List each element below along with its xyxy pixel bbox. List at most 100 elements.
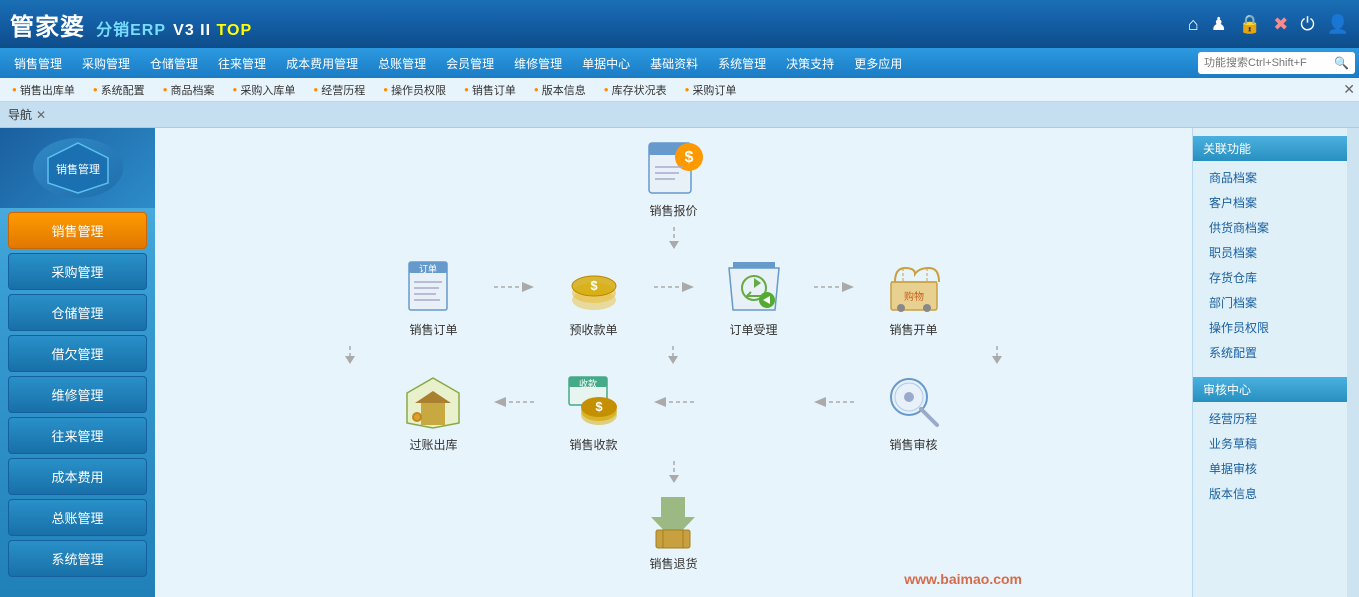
sales-return-icon [639, 491, 709, 551]
guide-icon: ✕ [36, 108, 46, 122]
flow-diagram: $ 销售报价 [155, 128, 1192, 597]
arrow-left-1 [494, 394, 534, 410]
right-scrollbar[interactable] [1347, 128, 1359, 597]
link-version[interactable]: 版本信息 [1193, 481, 1347, 506]
search-box[interactable]: 🔍 [1198, 52, 1355, 74]
sidebar-item-ledger[interactable]: 总账管理 [8, 499, 147, 536]
nav-more[interactable]: 更多应用 [844, 51, 912, 76]
tabs-close-button[interactable]: ✕ [1343, 81, 1355, 98]
left-sidebar: 销售管理 销售管理 采购管理 仓储管理 借欠管理 维修管理 往来管理 成本费用 … [0, 128, 155, 597]
flow-item-sales-audit[interactable]: 销售审核 [864, 372, 964, 453]
audit-center-title: 审核中心 [1193, 377, 1347, 402]
link-draft[interactable]: 业务草稿 [1193, 431, 1347, 456]
flow-item-prepayment[interactable]: $ 预收款单 [544, 257, 644, 338]
tab-system-config[interactable]: ●系统配置 [85, 80, 153, 100]
related-functions-title: 关联功能 [1193, 136, 1347, 161]
power-icon[interactable]: ⏻ [1300, 14, 1314, 35]
close-icon[interactable]: ✖ [1273, 14, 1288, 35]
flow-row-1: $ 销售报价 [624, 138, 724, 219]
right-panel: 关联功能 商品档案 客户档案 供货商档案 职员档案 存货仓库 部门档案 操作员权… [1192, 128, 1347, 597]
tab-sales-out[interactable]: ●销售出库单 [4, 80, 83, 100]
flow-item-sales-payment[interactable]: 收款 $ 销售收款 [544, 372, 644, 453]
nav-basic[interactable]: 基础资料 [640, 51, 708, 76]
nav-purchase[interactable]: 采购管理 [72, 51, 140, 76]
tab-purchase-order[interactable]: ●采购订单 [677, 80, 745, 100]
arrow-down-1 [659, 227, 689, 249]
nav-warehouse[interactable]: 仓储管理 [140, 51, 208, 76]
flow-item-sales-order[interactable]: 订单 销售订单 [384, 257, 484, 338]
nav-system[interactable]: 系统管理 [708, 51, 776, 76]
arrow-left-3 [814, 394, 854, 410]
nav-ledger[interactable]: 总账管理 [368, 51, 436, 76]
tabs-bar: ●销售出库单 ●系统配置 ●商品档案 ●采购入库单 ●经营历程 ●操作员权限 ●… [0, 78, 1359, 102]
tab-purchase-in[interactable]: ●采购入库单 [225, 80, 304, 100]
users-icon[interactable]: ♟ [1211, 14, 1227, 35]
sidebar-item-purchase[interactable]: 采购管理 [8, 253, 147, 290]
between-row-arrows [325, 346, 1023, 364]
flow-item-sales-quote[interactable]: $ 销售报价 [624, 138, 724, 219]
sidebar-logo: 销售管理 [0, 128, 155, 208]
link-business-history[interactable]: 经营历程 [1193, 406, 1347, 431]
order-process-label: 订单受理 [729, 321, 777, 338]
svg-text:收款: 收款 [579, 378, 597, 389]
lock-icon[interactable]: 🔒 [1239, 14, 1261, 35]
sidebar-item-warehouse[interactable]: 仓储管理 [8, 294, 147, 331]
prepayment-label: 预收款单 [569, 321, 617, 338]
sales-order-label: 销售订单 [409, 321, 457, 338]
home-icon[interactable]: ⌂ [1188, 14, 1199, 35]
tab-inventory[interactable]: ●库存状况表 [596, 80, 675, 100]
nav-member[interactable]: 会员管理 [436, 51, 504, 76]
tab-sales-order[interactable]: ●销售订单 [456, 80, 524, 100]
tab-version[interactable]: ●版本信息 [526, 80, 594, 100]
link-voucher-audit[interactable]: 单据审核 [1193, 456, 1347, 481]
flow-item-transfer-out[interactable]: 过账出库 [384, 372, 484, 453]
tab-product[interactable]: ●商品档案 [155, 80, 223, 100]
sidebar-item-cost[interactable]: 成本费用 [8, 458, 147, 495]
sidebar-item-sales[interactable]: 销售管理 [8, 212, 147, 249]
sales-open-icon: 购物 [879, 257, 949, 317]
link-warehouse[interactable]: 存货仓库 [1193, 265, 1347, 290]
sidebar-item-transactions[interactable]: 往来管理 [8, 417, 147, 454]
nav-cost[interactable]: 成本费用管理 [276, 51, 368, 76]
flow-item-order-process[interactable]: 订单受理 [704, 257, 804, 338]
arrow-down-3 [659, 461, 689, 483]
sales-audit-icon [879, 372, 949, 432]
sidebar-item-repair[interactable]: 维修管理 [8, 376, 147, 413]
link-operator[interactable]: 操作员权限 [1193, 315, 1347, 340]
search-icon[interactable]: 🔍 [1334, 56, 1349, 70]
nav-transactions[interactable]: 往来管理 [208, 51, 276, 76]
flow-item-sales-open[interactable]: 购物 销售开单 [864, 257, 964, 338]
flow-item-sales-return[interactable]: 销售退货 [624, 491, 724, 572]
link-department[interactable]: 部门档案 [1193, 290, 1347, 315]
link-system-config[interactable]: 系统配置 [1193, 340, 1347, 365]
nav-repair[interactable]: 维修管理 [504, 51, 572, 76]
link-customer[interactable]: 客户档案 [1193, 190, 1347, 215]
arrow-right-2 [654, 279, 694, 295]
header-icons: ⌂ ♟ 🔒 ✖ ⏻ 👤 [1188, 14, 1349, 35]
nav-voucher[interactable]: 单据中心 [572, 51, 640, 76]
nav-decision[interactable]: 决策支持 [776, 51, 844, 76]
link-product[interactable]: 商品档案 [1193, 165, 1347, 190]
navbar: 销售管理 采购管理 仓储管理 往来管理 成本费用管理 总账管理 会员管理 维修管… [0, 48, 1359, 78]
guide-label: 导航 [8, 106, 32, 123]
sales-order-icon: 订单 [399, 257, 469, 317]
sales-audit-label: 销售审核 [889, 436, 937, 453]
sales-payment-label: 销售收款 [569, 436, 617, 453]
transfer-out-icon [399, 372, 469, 432]
content-area: 销售管理 销售管理 采购管理 仓储管理 借欠管理 维修管理 往来管理 成本费用 … [0, 128, 1359, 597]
header: 管家婆 分销ERP V3 II TOP ⌂ ♟ 🔒 ✖ ⏻ 👤 [0, 0, 1359, 48]
sales-quote-label: 销售报价 [649, 202, 697, 219]
search-input[interactable] [1204, 57, 1334, 69]
arrow-right-3 [814, 279, 854, 295]
link-employee[interactable]: 职员档案 [1193, 240, 1347, 265]
nav-sales[interactable]: 销售管理 [4, 51, 72, 76]
link-supplier[interactable]: 供货商档案 [1193, 215, 1347, 240]
order-process-icon [719, 257, 789, 317]
user-icon[interactable]: 👤 [1327, 14, 1349, 35]
tab-operator[interactable]: ●操作员权限 [375, 80, 454, 100]
sidebar-item-debt[interactable]: 借欠管理 [8, 335, 147, 372]
sales-payment-icon: 收款 $ [559, 372, 629, 432]
tab-history[interactable]: ●经营历程 [305, 80, 373, 100]
arrow-right-1 [494, 279, 534, 295]
sidebar-item-system[interactable]: 系统管理 [8, 540, 147, 577]
